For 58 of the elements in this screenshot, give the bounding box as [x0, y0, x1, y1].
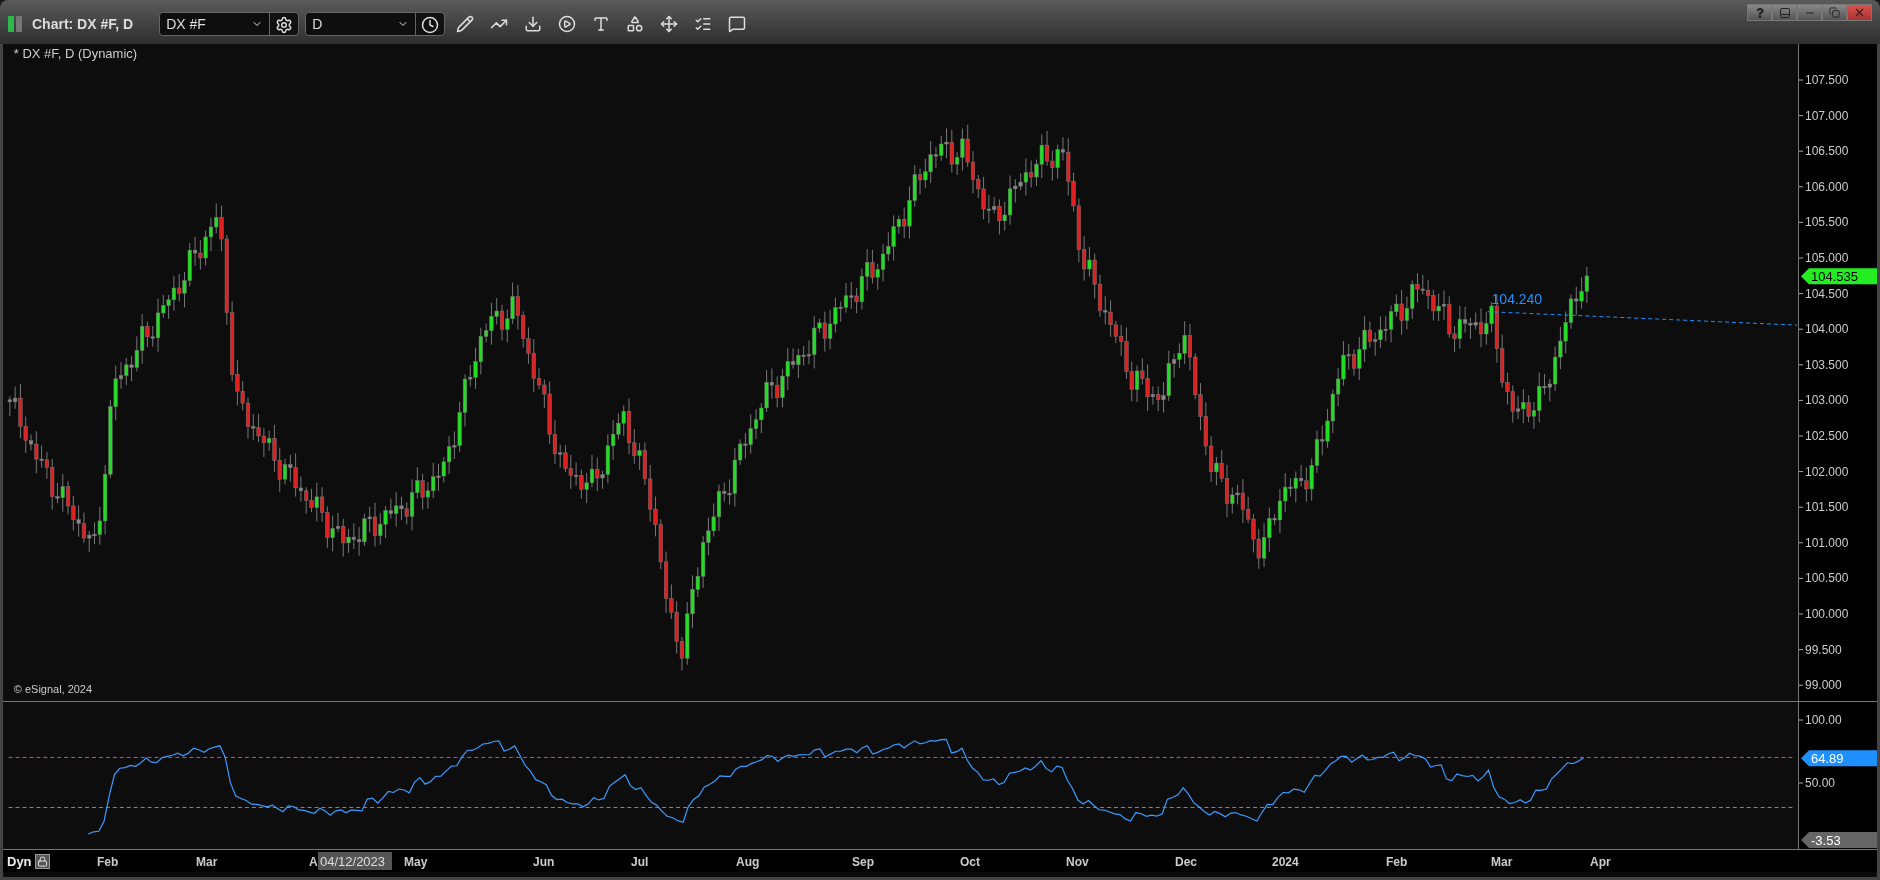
- help-button[interactable]: [1747, 4, 1772, 21]
- time-axis-label: Feb: [1386, 855, 1408, 869]
- time-axis-label: Apr: [1590, 855, 1612, 869]
- time-axis-label: Feb: [97, 855, 119, 869]
- time-axis-label: 2024: [1272, 855, 1300, 869]
- price-axis-label: 99.500: [1805, 642, 1842, 657]
- trend-line-label: 104.240: [1491, 290, 1543, 307]
- price-axis-label: 100.500: [1805, 571, 1849, 586]
- copyright-text: © eSignal, 2024: [13, 683, 93, 695]
- indicator-axis-label: 100.00: [1805, 713, 1842, 727]
- time-axis-label: Mar: [196, 855, 218, 869]
- dock-button[interactable]: [1772, 4, 1797, 21]
- price-axis-label: 101.000: [1805, 535, 1849, 550]
- trend-line[interactable]: [1487, 311, 1798, 326]
- time-axis-label: Jun: [533, 855, 555, 869]
- price-axis-label: 100.000: [1805, 607, 1849, 621]
- price-axis-label: 106.000: [1805, 179, 1849, 194]
- price-axis-label: 102.000: [1805, 464, 1849, 479]
- dynamic-mode-label: Dyn: [7, 853, 32, 869]
- restore-button[interactable]: [1822, 4, 1847, 21]
- price-axis-label: 102.500: [1805, 429, 1849, 443]
- time-axis-label: Sep: [852, 855, 875, 869]
- time-axis-label: May: [404, 855, 428, 869]
- price-axis-label: 107.500: [1805, 73, 1849, 87]
- price-axis-label: 103.500: [1805, 357, 1849, 372]
- window-title: Chart: DX #F, D: [32, 16, 134, 32]
- price-axis-label: 103.000: [1805, 393, 1849, 408]
- close-icon: [1853, 6, 1866, 19]
- interval-dropdown[interactable]: D: [306, 13, 417, 35]
- time-axis-label: A: [309, 855, 319, 869]
- indicator-axis-label: 50.00: [1805, 776, 1836, 790]
- indicator-min-tag: -3.53: [1801, 832, 1877, 848]
- time-axis-label: Dec: [1175, 855, 1198, 869]
- last-price-tag: 104.535: [1801, 268, 1877, 285]
- close-button[interactable]: [1847, 4, 1872, 21]
- time-axis-label: Jul: [631, 855, 649, 869]
- window-indicator-icon: [8, 16, 22, 32]
- price-axis-label: 104.500: [1805, 286, 1849, 301]
- cursor-date-label: 04/12/2023: [318, 852, 393, 870]
- symbol-dropdown[interactable]: DX #F: [160, 13, 271, 35]
- price-axis-label: 104.000: [1805, 322, 1849, 337]
- time-axis-label: Mar: [1491, 855, 1513, 869]
- question-mark-icon: [1754, 7, 1765, 18]
- restore-icon: [1829, 7, 1840, 18]
- time-axis-label: Nov: [1066, 855, 1090, 869]
- price-axis-label: 105.500: [1805, 215, 1849, 230]
- time-axis-label: Oct: [960, 855, 981, 869]
- indicator-value-tag: 64.89: [1801, 750, 1877, 767]
- price-axis-label: 107.000: [1805, 108, 1849, 123]
- price-axis-label: 105.000: [1805, 251, 1849, 265]
- price-axis-label: 99.000: [1805, 678, 1842, 693]
- panel-icon: [1778, 6, 1791, 19]
- lock-button[interactable]: [34, 853, 51, 869]
- time-axis-label: Aug: [736, 855, 760, 869]
- minimize-button[interactable]: [1797, 4, 1822, 21]
- chart-legend: * DX #F, D (Dynamic): [13, 46, 138, 61]
- price-axis-label: 101.500: [1805, 500, 1849, 515]
- price-axis-label: 106.500: [1805, 144, 1849, 159]
